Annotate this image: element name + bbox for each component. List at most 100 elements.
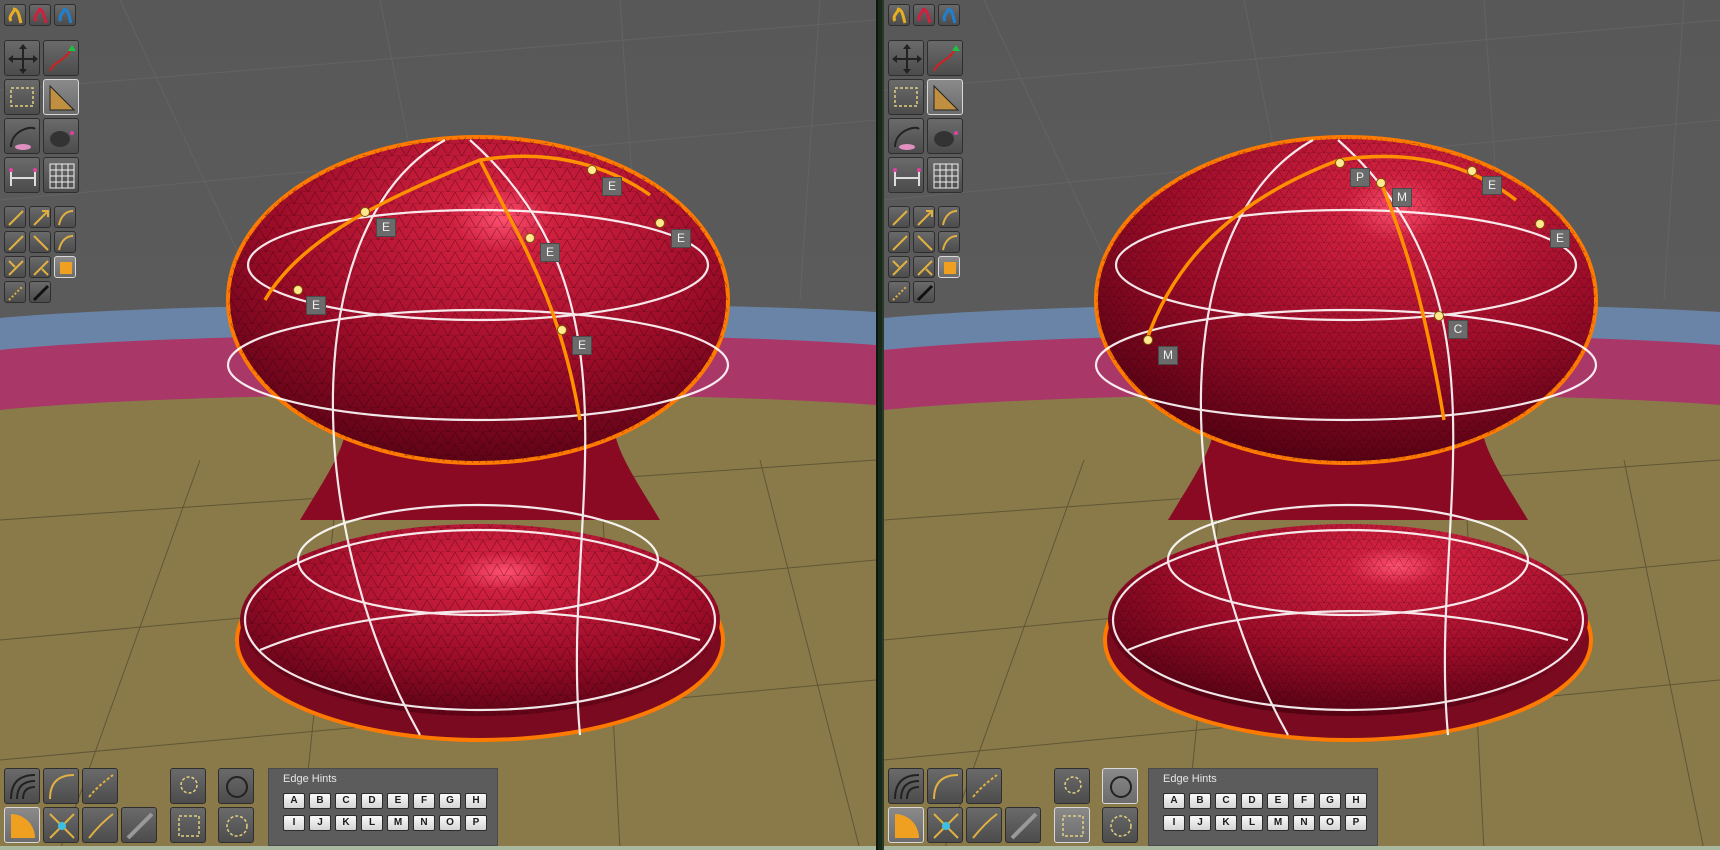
select-rect-icon[interactable] [4, 79, 40, 115]
edge-tool-10[interactable] [4, 281, 26, 303]
curve-fork-icon[interactable] [82, 768, 118, 804]
edge-label[interactable]: M [1158, 346, 1178, 365]
hint-key[interactable]: H [465, 793, 487, 809]
hint-key[interactable]: E [387, 793, 409, 809]
marquee-icon[interactable] [170, 807, 206, 843]
hint-key[interactable]: C [335, 793, 357, 809]
edge-tool-2[interactable] [913, 206, 935, 228]
left-viewport[interactable]: E E E E E E Edge Hints A B C D E F G H I… [0, 0, 876, 850]
right-viewport[interactable]: P M E E C M Edge Hints A B C D E F G H I… [884, 0, 1720, 850]
hint-key[interactable]: K [335, 815, 357, 831]
curve-dot-icon[interactable] [966, 807, 1002, 843]
edge-tool-6[interactable] [54, 231, 76, 253]
edge-tool-6[interactable] [938, 231, 960, 253]
hint-key[interactable]: E [1267, 793, 1289, 809]
snake-blue-icon[interactable] [938, 4, 960, 26]
hint-key[interactable]: A [1163, 793, 1185, 809]
ring-icon[interactable] [218, 768, 254, 804]
viewport-divider[interactable] [876, 0, 884, 850]
ring-icon[interactable] [1102, 768, 1138, 804]
edge-tool-9[interactable] [938, 256, 960, 278]
edge-label[interactable]: M [1392, 188, 1412, 207]
hint-key[interactable]: O [439, 815, 461, 831]
snake-blue-icon[interactable] [54, 4, 76, 26]
hint-key[interactable]: F [1293, 793, 1315, 809]
edge-tool-4[interactable] [888, 231, 910, 253]
node-icon[interactable] [43, 807, 79, 843]
edge-tool-3[interactable] [54, 206, 76, 228]
hint-key[interactable]: A [283, 793, 305, 809]
edge-label[interactable]: E [1550, 229, 1570, 248]
grid-icon[interactable] [927, 157, 963, 193]
hint-key[interactable]: P [1345, 815, 1367, 831]
quarter-arc-icon[interactable] [888, 807, 924, 843]
slash-icon[interactable] [121, 807, 157, 843]
brush-curve-icon[interactable] [888, 118, 924, 154]
grid-icon[interactable] [43, 157, 79, 193]
snake-yellow-icon[interactable] [888, 4, 910, 26]
select-rect-icon[interactable] [888, 79, 924, 115]
hint-key[interactable]: F [413, 793, 435, 809]
quarter-arc-icon[interactable] [4, 807, 40, 843]
edge-tool-3[interactable] [938, 206, 960, 228]
hint-key[interactable]: K [1215, 815, 1237, 831]
edge-tool-8[interactable] [29, 256, 51, 278]
edge-label[interactable]: P [1350, 168, 1370, 187]
curve-arrow-icon[interactable] [43, 40, 79, 76]
hint-key[interactable]: D [1241, 793, 1263, 809]
ruler-icon[interactable] [43, 79, 79, 115]
curve-arrow-icon[interactable] [927, 40, 963, 76]
edge-tool-8[interactable] [913, 256, 935, 278]
edge-tool-2[interactable] [29, 206, 51, 228]
hint-key[interactable]: G [439, 793, 461, 809]
move-icon[interactable] [888, 40, 924, 76]
edge-tool-1[interactable] [4, 206, 26, 228]
sphere-brush-icon[interactable] [43, 118, 79, 154]
ring-dash-icon[interactable] [1102, 807, 1138, 843]
edge-label[interactable]: E [572, 336, 592, 355]
hint-key[interactable]: J [1189, 815, 1211, 831]
hint-key[interactable]: I [283, 815, 305, 831]
lasso-icon[interactable] [1054, 768, 1090, 804]
hint-key[interactable]: M [387, 815, 409, 831]
hint-key[interactable]: B [309, 793, 331, 809]
edge-tool-5[interactable] [29, 231, 51, 253]
edge-tool-7[interactable] [888, 256, 910, 278]
edge-tool-7[interactable] [4, 256, 26, 278]
bridge-icon[interactable] [4, 157, 40, 193]
snake-red-icon[interactable] [913, 4, 935, 26]
edge-tool-5[interactable] [913, 231, 935, 253]
hint-key[interactable]: G [1319, 793, 1341, 809]
ruler-icon[interactable] [927, 79, 963, 115]
hint-key[interactable]: N [1293, 815, 1315, 831]
marquee-icon[interactable] [1054, 807, 1090, 843]
hint-key[interactable]: J [309, 815, 331, 831]
hint-key[interactable]: L [1241, 815, 1263, 831]
edge-label[interactable]: C [1448, 320, 1468, 339]
lasso-icon[interactable] [170, 768, 206, 804]
bridge-icon[interactable] [888, 157, 924, 193]
hint-key[interactable]: B [1189, 793, 1211, 809]
hint-key[interactable]: P [465, 815, 487, 831]
edge-label[interactable]: E [602, 177, 622, 196]
left-3d-scene[interactable] [0, 0, 876, 850]
arc-icon[interactable] [43, 768, 79, 804]
edge-tool-10[interactable] [888, 281, 910, 303]
edge-tool-1[interactable] [888, 206, 910, 228]
edge-label[interactable]: E [671, 229, 691, 248]
hint-key[interactable]: N [413, 815, 435, 831]
hint-key[interactable]: H [1345, 793, 1367, 809]
hint-key[interactable]: C [1215, 793, 1237, 809]
edge-tool-11[interactable] [29, 281, 51, 303]
right-3d-scene[interactable] [884, 0, 1720, 850]
arc-icon[interactable] [927, 768, 963, 804]
hint-key[interactable]: D [361, 793, 383, 809]
edge-tool-11[interactable] [913, 281, 935, 303]
brush-curve-icon[interactable] [4, 118, 40, 154]
slash-icon[interactable] [1005, 807, 1041, 843]
ring-dash-icon[interactable] [218, 807, 254, 843]
edge-tool-4[interactable] [4, 231, 26, 253]
edge-tool-9[interactable] [54, 256, 76, 278]
snake-yellow-icon[interactable] [4, 4, 26, 26]
arcs-icon[interactable] [4, 768, 40, 804]
